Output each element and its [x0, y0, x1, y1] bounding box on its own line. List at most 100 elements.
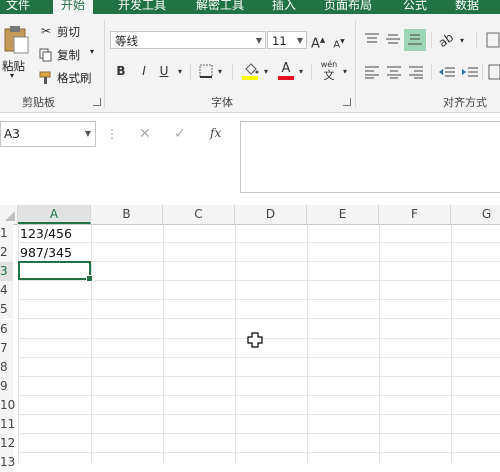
- column-header-g[interactable]: G: [451, 205, 500, 224]
- font-color-button[interactable]: A: [278, 62, 294, 81]
- bold-button[interactable]: B: [115, 64, 127, 78]
- orientation-icon[interactable]: ab: [435, 30, 456, 51]
- chevron-down-icon[interactable]: ▾: [458, 34, 466, 48]
- column-header-e[interactable]: E: [307, 205, 379, 224]
- shrink-font-button[interactable]: A▼: [332, 35, 346, 52]
- phonetic-guide-button[interactable]: wén 文: [318, 60, 340, 82]
- row-header-3[interactable]: 3: [0, 262, 13, 281]
- font-name-combo[interactable]: 等线 ▼: [110, 31, 266, 49]
- column-header-row: A B C D E F G: [0, 205, 500, 225]
- cut-button[interactable]: ✂ 剪切: [38, 24, 98, 40]
- chevron-down-icon: ▾: [10, 71, 15, 80]
- paint-bucket-icon: [245, 63, 259, 75]
- tab-decrypt-tools[interactable]: 解密工具: [196, 0, 244, 14]
- chevron-down-icon[interactable]: ▾: [341, 65, 349, 79]
- increase-indent-icon[interactable]: [461, 65, 479, 79]
- fill-color-button[interactable]: [242, 63, 260, 81]
- row-header-2[interactable]: 2: [0, 243, 13, 262]
- italic-button[interactable]: I: [138, 64, 150, 78]
- copy-icon: [39, 48, 52, 62]
- formula-bar-grip-icon[interactable]: ⋮: [106, 127, 118, 141]
- divider: [311, 64, 312, 80]
- row-header-8[interactable]: 8: [0, 358, 13, 377]
- divider: [482, 64, 483, 80]
- phonetic-top-label: wén: [320, 60, 338, 69]
- tab-formulas[interactable]: 公式: [403, 0, 427, 14]
- grow-font-button[interactable]: A▲: [311, 33, 325, 51]
- tab-home[interactable]: 开始: [53, 0, 94, 14]
- row-header-6[interactable]: 6: [0, 320, 13, 339]
- align-center-icon[interactable]: [386, 65, 402, 79]
- align-right-icon[interactable]: [408, 65, 424, 79]
- wrap-text-icon[interactable]: [486, 32, 500, 48]
- phonetic-bottom-label: 文: [323, 69, 335, 82]
- row-header-13[interactable]: 13: [0, 453, 15, 472]
- row-header-7[interactable]: 7: [0, 339, 13, 358]
- font-color-label: A: [281, 61, 291, 76]
- font-size-combo[interactable]: 11 ▼: [267, 31, 307, 49]
- formula-input[interactable]: [240, 121, 500, 193]
- scissors-icon: ✂: [40, 24, 52, 38]
- ribbon: 粘贴 ▾ ✂ 剪切 复制 ▾ 格式刷 剪贴板 等线 ▼ 11 ▼ A▲ A▼ B…: [0, 14, 500, 113]
- select-all-corner[interactable]: [0, 205, 18, 224]
- decrease-indent-icon[interactable]: [438, 65, 456, 79]
- insert-function-button[interactable]: fx: [210, 126, 221, 140]
- column-header-c[interactable]: C: [163, 205, 235, 224]
- column-header-b[interactable]: B: [91, 205, 163, 224]
- enter-check-icon[interactable]: ✓: [174, 126, 186, 142]
- format-painter-label: 格式刷: [57, 71, 92, 85]
- row-header-10[interactable]: 10: [0, 396, 15, 415]
- cell-a2[interactable]: 987/345: [18, 243, 72, 262]
- name-box-value: A3: [4, 127, 20, 141]
- cancel-icon[interactable]: ✕: [139, 126, 151, 142]
- column-header-d[interactable]: D: [235, 205, 307, 224]
- row-header-9[interactable]: 9: [0, 377, 13, 396]
- chevron-down-icon[interactable]: ▾: [176, 65, 184, 79]
- chevron-down-icon: ▼: [296, 36, 303, 45]
- cell-a1[interactable]: 123/456: [18, 224, 72, 243]
- clipboard-dialog-launcher-icon[interactable]: [93, 98, 101, 106]
- middle-align-icon[interactable]: [385, 32, 401, 46]
- tab-page-layout[interactable]: 页面布局: [324, 0, 372, 14]
- chevron-down-icon[interactable]: ▾: [262, 65, 270, 79]
- tab-data[interactable]: 数据: [455, 0, 479, 14]
- font-group-label: 字体: [211, 96, 233, 109]
- borders-icon[interactable]: [199, 64, 213, 78]
- bottom-align-button[interactable]: [404, 29, 426, 51]
- chevron-down-icon: ▾: [90, 47, 95, 56]
- divider: [431, 32, 432, 48]
- row-header-12[interactable]: 12: [0, 434, 15, 453]
- divider: [476, 32, 477, 48]
- clipboard-group-label: 剪贴板: [22, 96, 55, 109]
- divider: [232, 64, 233, 80]
- top-align-icon[interactable]: [364, 32, 380, 46]
- column-header-a[interactable]: A: [18, 205, 91, 224]
- row-header-5[interactable]: 5: [0, 300, 13, 319]
- paste-button[interactable]: 粘贴 ▾: [2, 24, 32, 84]
- tab-insert[interactable]: 插入: [272, 0, 296, 14]
- chevron-down-icon[interactable]: ▾: [216, 65, 224, 79]
- tab-file[interactable]: 文件: [6, 0, 30, 14]
- bottom-align-icon: [408, 34, 422, 45]
- format-painter-button[interactable]: 格式刷: [38, 70, 98, 86]
- chevron-down-icon[interactable]: ▼: [85, 122, 91, 146]
- copy-button[interactable]: 复制 ▾: [38, 47, 100, 63]
- active-cell-a3[interactable]: [18, 261, 93, 282]
- paste-icon: [4, 26, 29, 54]
- column-header-f[interactable]: F: [379, 205, 451, 224]
- ribbon-tab-bar: 文件 开始 开发工具 解密工具 插入 页面布局 公式 数据: [0, 0, 500, 14]
- tab-developer[interactable]: 开发工具: [118, 0, 166, 14]
- divider: [431, 64, 432, 80]
- font-dialog-launcher-icon[interactable]: [343, 98, 351, 106]
- chevron-down-icon: ▼: [255, 36, 262, 45]
- group-divider: [355, 20, 356, 108]
- align-left-icon[interactable]: [364, 65, 380, 79]
- name-box[interactable]: A3 ▼: [0, 121, 96, 147]
- row-header-11[interactable]: 11: [0, 415, 15, 434]
- merge-center-icon[interactable]: [488, 64, 500, 80]
- row-header-4[interactable]: 4: [0, 281, 13, 300]
- underline-button[interactable]: U: [158, 64, 170, 78]
- chevron-down-icon[interactable]: ▾: [297, 65, 305, 79]
- fill-handle[interactable]: [86, 275, 93, 282]
- row-header-1[interactable]: 1: [0, 224, 13, 243]
